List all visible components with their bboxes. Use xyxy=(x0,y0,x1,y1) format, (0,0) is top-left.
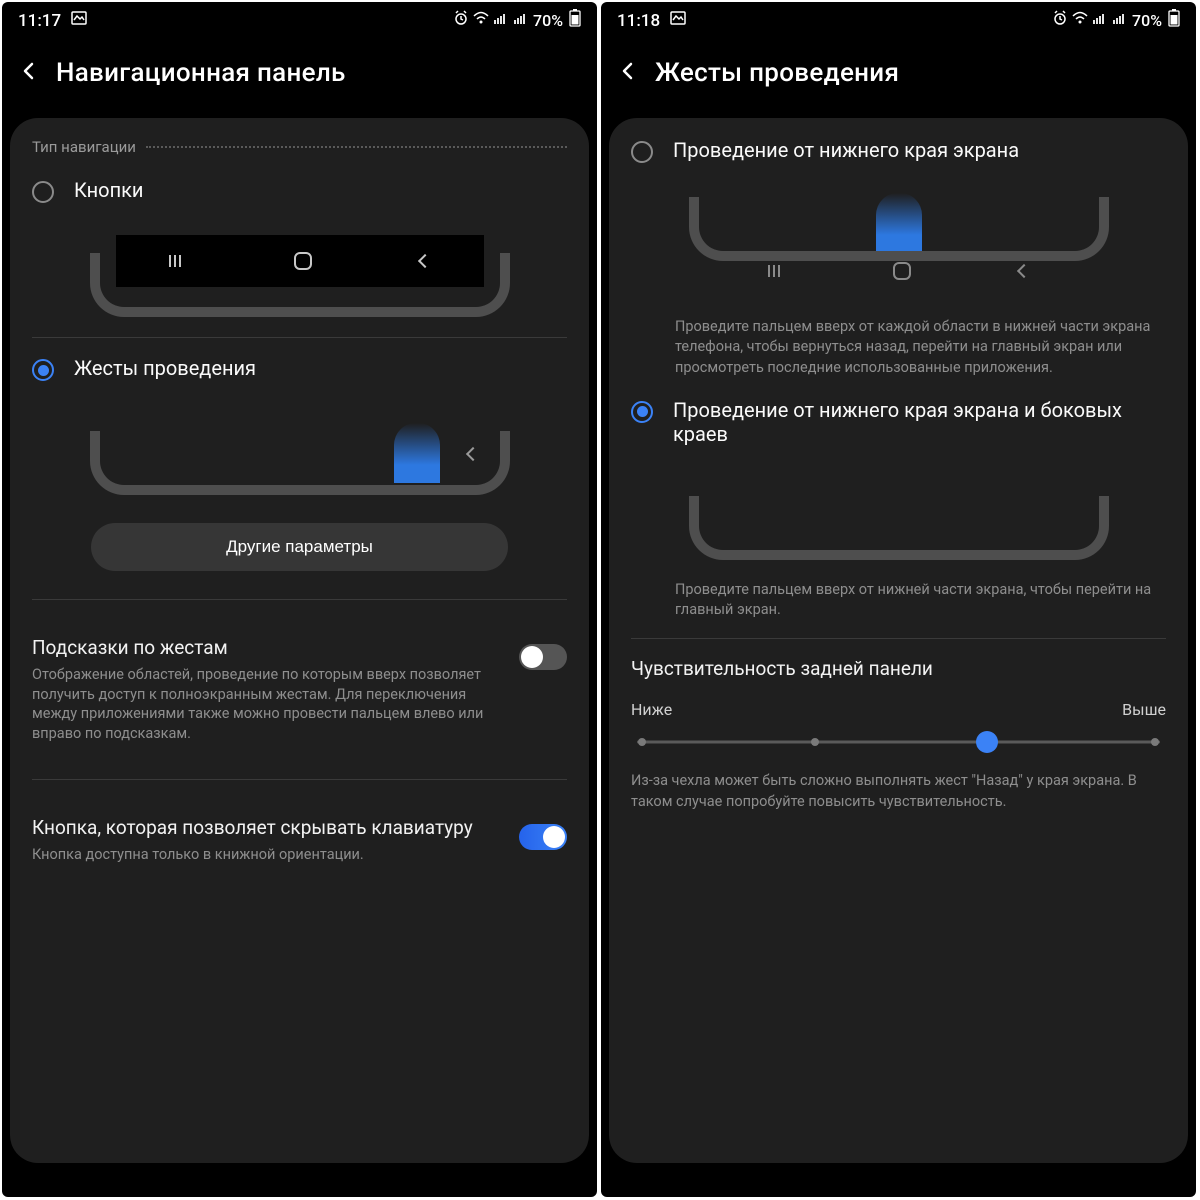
page-title: Жесты проведения xyxy=(655,58,899,88)
page-title: Навигационная панель xyxy=(56,58,346,88)
preview-swipe-bottom-sides xyxy=(689,460,1109,560)
home-icon xyxy=(893,262,911,280)
option-buttons[interactable]: Кнопки xyxy=(32,178,567,203)
alarm-icon xyxy=(453,10,469,31)
option-buttons-label: Кнопки xyxy=(74,178,143,202)
divider-dots xyxy=(146,146,567,148)
option-gestures-label: Жесты проведения xyxy=(74,356,256,380)
option-swipe-bottom-label: Проведение от нижнего края экрана xyxy=(673,138,1019,162)
back-button[interactable] xyxy=(619,62,637,84)
divider xyxy=(32,779,567,780)
sensitivity-high-label: Выше xyxy=(1122,700,1166,719)
sensitivity-low-label: Ниже xyxy=(631,700,672,719)
signal-icon xyxy=(493,10,509,31)
divider xyxy=(631,638,1166,639)
preview-swipe-bottom xyxy=(689,177,1109,297)
alarm-icon xyxy=(1052,10,1068,31)
option-swipe-bottom-desc: Проведите пальцем вверх от каждой област… xyxy=(675,317,1166,378)
status-time: 11:17 xyxy=(18,11,61,31)
sensitivity-note: Из-за чехла может быть сложно выполнять … xyxy=(631,771,1166,812)
sensitivity-title: Чувствительность задней панели xyxy=(631,657,1166,680)
switch-hide-keyboard[interactable] xyxy=(519,824,567,850)
setting-title: Кнопка, которая позволяет скрывать клави… xyxy=(32,816,503,839)
battery-percent: 70% xyxy=(533,11,563,30)
preview-gestures xyxy=(90,395,510,495)
radio-icon xyxy=(32,181,54,203)
radio-icon xyxy=(631,141,653,163)
option-swipe-bottom-sides[interactable]: Проведение от нижнего края экрана и боко… xyxy=(631,398,1166,446)
divider xyxy=(32,599,567,600)
option-swipe-bottom-sides-label: Проведение от нижнего края экрана и боко… xyxy=(673,398,1166,446)
battery-icon xyxy=(569,9,581,32)
setting-title: Подсказки по жестам xyxy=(32,636,503,659)
switch-gesture-hints[interactable] xyxy=(519,644,567,670)
option-gestures[interactable]: Жесты проведения xyxy=(32,356,567,381)
section-nav-type: Тип навигации xyxy=(32,138,136,156)
radio-selected-icon xyxy=(631,401,653,423)
back-icon xyxy=(1017,264,1031,278)
wifi-icon xyxy=(1072,10,1088,31)
option-swipe-bottom[interactable]: Проведение от нижнего края экрана xyxy=(631,138,1166,163)
preview-buttons xyxy=(90,217,510,317)
option-swipe-bottom-sides-desc: Проведите пальцем вверх от нижней части … xyxy=(675,580,1166,621)
screenshot-icon xyxy=(670,11,686,31)
setting-desc: Кнопка доступна только в книжной ориента… xyxy=(32,845,503,865)
more-options-button[interactable]: Другие параметры xyxy=(91,523,508,571)
divider xyxy=(32,337,567,338)
setting-desc: Отображение областей, проведение по кото… xyxy=(32,665,503,743)
wifi-icon xyxy=(473,10,489,31)
back-button[interactable] xyxy=(20,62,38,84)
recents-icon xyxy=(768,265,786,277)
battery-percent: 70% xyxy=(1132,11,1162,30)
setting-hide-keyboard[interactable]: Кнопка, которая позволяет скрывать клави… xyxy=(32,798,567,883)
screenshot-icon xyxy=(71,11,87,31)
status-time: 11:18 xyxy=(617,11,660,31)
signal2-icon xyxy=(513,10,529,31)
setting-gesture-hints[interactable]: Подсказки по жестам Отображение областей… xyxy=(32,618,567,761)
radio-selected-icon xyxy=(32,359,54,381)
battery-icon xyxy=(1168,9,1180,32)
signal-icon xyxy=(1092,10,1108,31)
sensitivity-slider[interactable] xyxy=(637,731,1160,753)
signal2-icon xyxy=(1112,10,1128,31)
